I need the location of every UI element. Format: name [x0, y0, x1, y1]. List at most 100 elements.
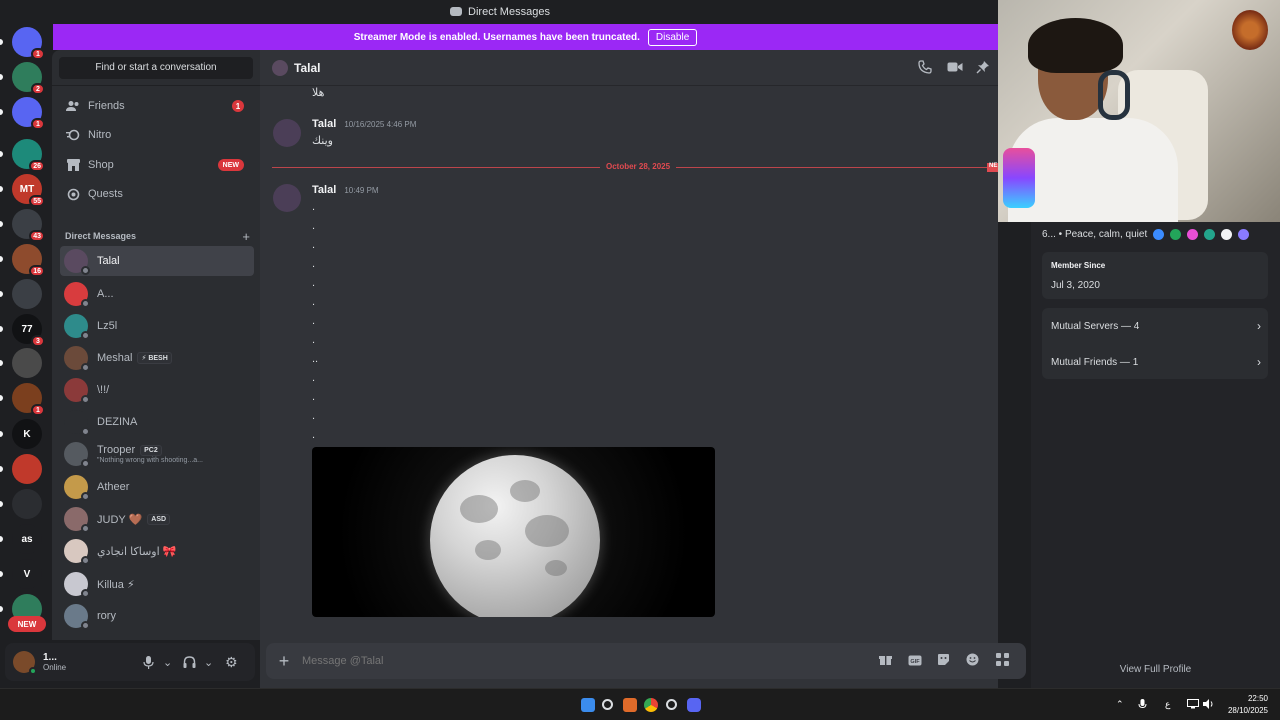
dm-name: A...	[97, 288, 114, 300]
message-input[interactable]	[302, 655, 822, 667]
find-conversation-button[interactable]: Find or start a conversation	[59, 56, 253, 79]
dm-item[interactable]: Meshal ⚡ BESH	[60, 343, 254, 373]
dm-item[interactable]: rory	[60, 601, 254, 631]
headphones-icon[interactable]	[183, 653, 196, 671]
dm-item[interactable]: Killua ⚡	[60, 569, 254, 599]
message-author[interactable]: Talal 10:49 PM	[312, 184, 379, 196]
user-info[interactable]: 1... Online	[43, 652, 66, 672]
dm-clan-tag: ASD	[147, 513, 171, 525]
server-15[interactable]: as	[12, 524, 42, 554]
nav-friends[interactable]: Friends 1	[60, 93, 254, 119]
mic-chevron-down-icon[interactable]: ⌄	[163, 653, 172, 671]
dm-name: Atheer	[97, 481, 130, 493]
discord-taskbar-icon[interactable]	[687, 698, 701, 712]
dm-item[interactable]: Lz5l	[60, 311, 254, 341]
bio-text: 6... • Peace, calm, quiet	[1042, 229, 1148, 240]
chevron-right-icon: ›	[1257, 319, 1261, 333]
tray-mic-icon[interactable]	[1138, 699, 1147, 712]
dm-name-row: Killua ⚡	[97, 578, 135, 591]
video-call-icon[interactable]	[947, 60, 963, 76]
server-12[interactable]: K	[12, 419, 42, 449]
new-badge: NEW	[217, 159, 244, 171]
server-14[interactable]	[12, 489, 42, 519]
moon-image-attachment[interactable]	[312, 447, 715, 617]
server-1-discord-icon[interactable]: 1	[12, 27, 45, 60]
gift-icon[interactable]	[879, 653, 895, 669]
profile-badge-icon[interactable]	[1204, 229, 1216, 240]
tray-volume-icon[interactable]	[1203, 699, 1214, 711]
message-avatar[interactable]	[273, 184, 301, 212]
server-7[interactable]: 16	[12, 244, 45, 277]
microphone-icon[interactable]	[143, 653, 154, 671]
settings-gear-icon[interactable]: ⚙	[225, 653, 238, 671]
chrome-icon[interactable]	[644, 698, 658, 712]
dm-item[interactable]: JUDY 🤎 ASD	[60, 504, 254, 534]
server-2-leaf-icon[interactable]: 2	[12, 62, 45, 95]
nav-nitro[interactable]: Nitro	[60, 122, 254, 148]
app-a-icon[interactable]	[623, 698, 637, 712]
server-3-discord-icon[interactable]: 1	[12, 97, 45, 130]
apps-icon[interactable]	[996, 653, 1012, 669]
dm-item[interactable]: Atheer	[60, 472, 254, 502]
dot-message-text: .	[312, 220, 316, 232]
start-menu-icon[interactable]	[581, 698, 595, 712]
unread-indicator	[0, 74, 3, 80]
message-author[interactable]: Talal 10/16/2025 4:46 PM	[312, 118, 416, 130]
profile-badge-icon[interactable]	[1221, 229, 1233, 240]
view-full-profile-link[interactable]: View Full Profile	[1031, 664, 1280, 675]
dm-text: Talal	[97, 255, 120, 267]
disable-streamer-mode-button[interactable]: Disable	[647, 28, 698, 46]
server-9[interactable]: 77 3	[12, 314, 45, 347]
server-16[interactable]: V	[12, 559, 42, 589]
server-10-spiral-icon[interactable]	[12, 348, 42, 378]
nav-label: Nitro	[88, 129, 112, 141]
tray-clock[interactable]: 22:50 28/10/2025	[1228, 693, 1268, 717]
profile-badge-icon[interactable]	[1187, 229, 1199, 240]
voice-call-icon[interactable]	[918, 60, 934, 76]
author-name: Talal	[312, 118, 337, 130]
dm-item[interactable]: A...	[60, 279, 254, 309]
headphones-chevron-down-icon[interactable]: ⌄	[204, 653, 213, 671]
dm-item[interactable]: \!!/	[60, 375, 254, 405]
unread-indicator	[0, 151, 3, 157]
mutual-servers-row[interactable]: Mutual Servers — 4 ›	[1051, 317, 1261, 335]
dm-avatar	[64, 507, 90, 533]
dm-item[interactable]: Trooper PC2 "Nothing wrong with shooting..…	[60, 439, 254, 469]
profile-badge-icon[interactable]	[1153, 229, 1165, 240]
new-servers-badge[interactable]: NEW	[8, 616, 46, 632]
server-11[interactable]: 1	[12, 383, 45, 416]
server-6[interactable]: 43	[12, 209, 45, 242]
server-8-x-icon[interactable]	[12, 279, 42, 309]
chevron-right-icon: ›	[1257, 355, 1261, 369]
dm-item[interactable]: اوساكا انجادي 🎀	[60, 536, 254, 566]
dm-item[interactable]: DEZINA	[60, 407, 254, 437]
lion-logo-icon	[1232, 10, 1268, 50]
message-avatar[interactable]	[273, 119, 301, 147]
pinned-messages-icon[interactable]	[976, 60, 992, 76]
obs-icon[interactable]	[666, 699, 677, 710]
attach-plus-icon[interactable]: +	[266, 651, 302, 672]
status-dot	[81, 363, 90, 372]
user-avatar[interactable]	[13, 651, 37, 675]
profile-badge-icon[interactable]	[1170, 229, 1182, 240]
server-4-globe-icon[interactable]: 26	[12, 139, 45, 172]
tray-chevron-up-icon[interactable]: ⌃	[1116, 699, 1124, 710]
nav-shop[interactable]: Shop NEW	[60, 152, 254, 178]
search-icon[interactable]	[602, 699, 613, 710]
create-dm-icon[interactable]: +	[242, 229, 250, 244]
status-dot	[81, 266, 90, 275]
status-dot	[81, 492, 90, 501]
nav-quests[interactable]: Quests	[60, 181, 254, 207]
dm-avatar	[64, 572, 90, 598]
server-13[interactable]	[12, 454, 42, 484]
profile-badge-icon[interactable]	[1238, 229, 1250, 240]
tray-language[interactable]: ع	[1165, 699, 1170, 710]
emoji-icon[interactable]	[966, 653, 982, 669]
dm-text: Atheer	[97, 481, 129, 493]
sticker-icon[interactable]	[937, 653, 953, 669]
mutual-friends-row[interactable]: Mutual Friends — 1 ›	[1051, 353, 1261, 371]
gif-icon[interactable]: GIF	[908, 653, 924, 669]
server-5[interactable]: MT 55	[12, 174, 45, 207]
dm-item[interactable]: Talal	[60, 246, 254, 276]
tray-network-icon[interactable]	[1187, 699, 1199, 711]
